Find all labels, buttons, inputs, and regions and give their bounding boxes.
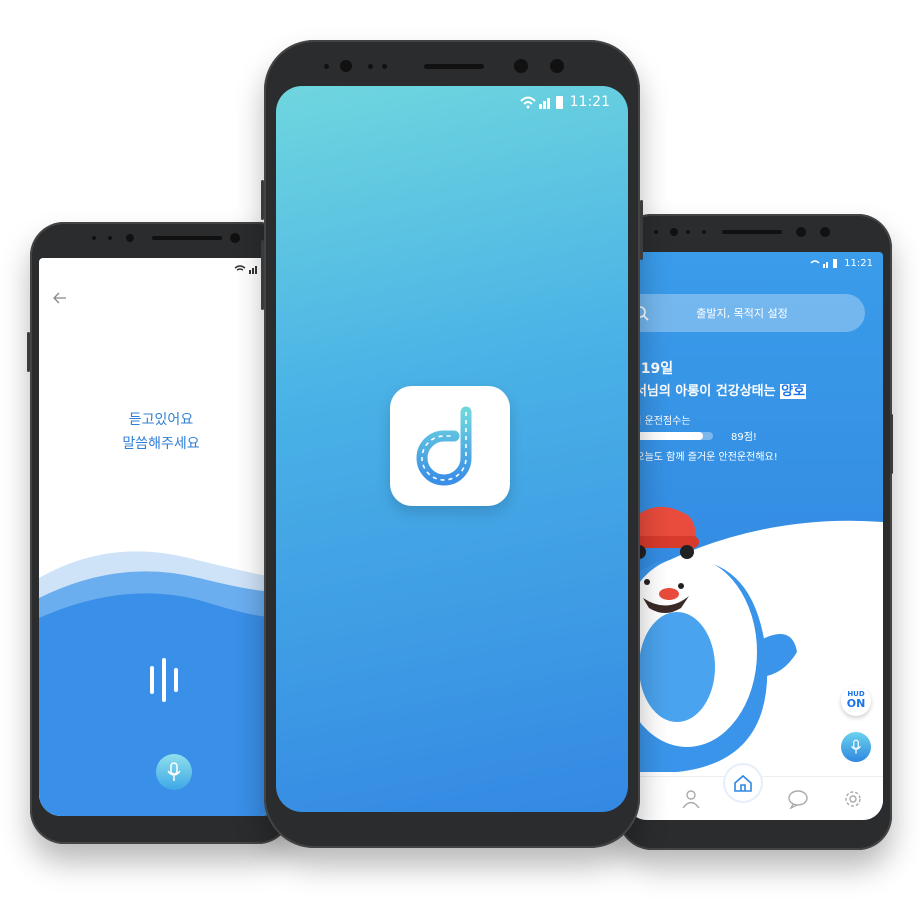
sensor-dot bbox=[702, 230, 706, 234]
sensor-dot bbox=[654, 230, 658, 234]
person-icon[interactable] bbox=[681, 789, 701, 809]
mic-button[interactable] bbox=[156, 754, 192, 790]
mic-button[interactable] bbox=[841, 732, 871, 762]
side-button bbox=[640, 200, 643, 260]
side-button bbox=[890, 414, 893, 474]
mascot-illustration bbox=[627, 506, 797, 772]
listening-line1: 듣고있어요 bbox=[128, 412, 194, 428]
front-camera bbox=[550, 59, 564, 73]
health-status-line: 치서님의 아롱이 건강상태는 양호 bbox=[627, 380, 807, 399]
sensor-dot bbox=[686, 230, 690, 234]
earpiece bbox=[722, 230, 782, 234]
front-camera bbox=[514, 59, 528, 73]
earpiece bbox=[152, 236, 222, 240]
health-prefix: 치서님의 아롱이 건강상태는 bbox=[627, 384, 781, 399]
search-placeholder: 출발지, 목적지 설정 bbox=[696, 307, 788, 320]
microphone-icon bbox=[851, 739, 861, 754]
score-text: 89점! bbox=[731, 432, 757, 443]
sensor-dot bbox=[324, 64, 329, 69]
front-camera bbox=[340, 60, 352, 72]
health-status-value: 양호 bbox=[780, 384, 807, 399]
signal-battery-icon bbox=[519, 96, 563, 109]
hud-value: ON bbox=[846, 697, 866, 710]
listening-line2: 말씀해주세요 bbox=[122, 436, 200, 452]
bottom-nav bbox=[627, 765, 883, 820]
side-button bbox=[261, 180, 264, 220]
left-phone: 듣고있어요 말씀해주세요 bbox=[27, 222, 292, 844]
front-camera bbox=[796, 227, 806, 237]
side-button bbox=[261, 240, 264, 310]
sensor-dot bbox=[368, 64, 373, 69]
arrow-left-icon[interactable] bbox=[53, 292, 67, 304]
listening-text: 듣고있어요 말씀해주세요 bbox=[39, 408, 283, 456]
d-road-logo-icon bbox=[416, 406, 472, 486]
status-time: 11:21 bbox=[844, 258, 873, 269]
app-logo bbox=[390, 386, 510, 506]
signal-battery-icon bbox=[810, 259, 838, 268]
right-phone: 11:21 출발지, 목적지 설정 월 19일 치서님의 아롱이 건강상태는 양… bbox=[618, 214, 893, 850]
side-button bbox=[27, 332, 30, 372]
front-camera bbox=[670, 228, 678, 236]
home-icon bbox=[734, 774, 752, 792]
center-phone: 11:21 bbox=[261, 40, 643, 848]
voice-wave-icon bbox=[150, 658, 178, 702]
front-camera bbox=[126, 234, 134, 242]
search-bar[interactable]: 출발지, 목적지 설정 bbox=[627, 294, 865, 332]
status-time: 11:21 bbox=[569, 94, 610, 110]
voice-screen: 듣고있어요 말씀해주세요 bbox=[39, 258, 283, 816]
nav-home-button[interactable] bbox=[725, 765, 761, 801]
home-screen: 11:21 출발지, 목적지 설정 월 19일 치서님의 아롱이 건강상태는 양… bbox=[627, 252, 883, 820]
earpiece bbox=[424, 64, 484, 69]
message-text: 의 오늘도 함께 즐거운 안전운전해요! bbox=[627, 452, 778, 463]
gear-icon[interactable] bbox=[843, 789, 863, 809]
status-bar: 11:21 bbox=[810, 258, 873, 269]
hud-toggle[interactable]: HUD ON bbox=[841, 686, 871, 716]
sensor-dot bbox=[382, 64, 387, 69]
chat-icon[interactable] bbox=[787, 789, 809, 809]
front-camera bbox=[230, 233, 240, 243]
sensor-dot bbox=[108, 236, 112, 240]
status-bar: 11:21 bbox=[519, 94, 610, 110]
splash-screen: 11:21 bbox=[276, 86, 628, 812]
microphone-icon bbox=[167, 762, 181, 781]
front-camera bbox=[820, 227, 830, 237]
sensor-dot bbox=[92, 236, 96, 240]
